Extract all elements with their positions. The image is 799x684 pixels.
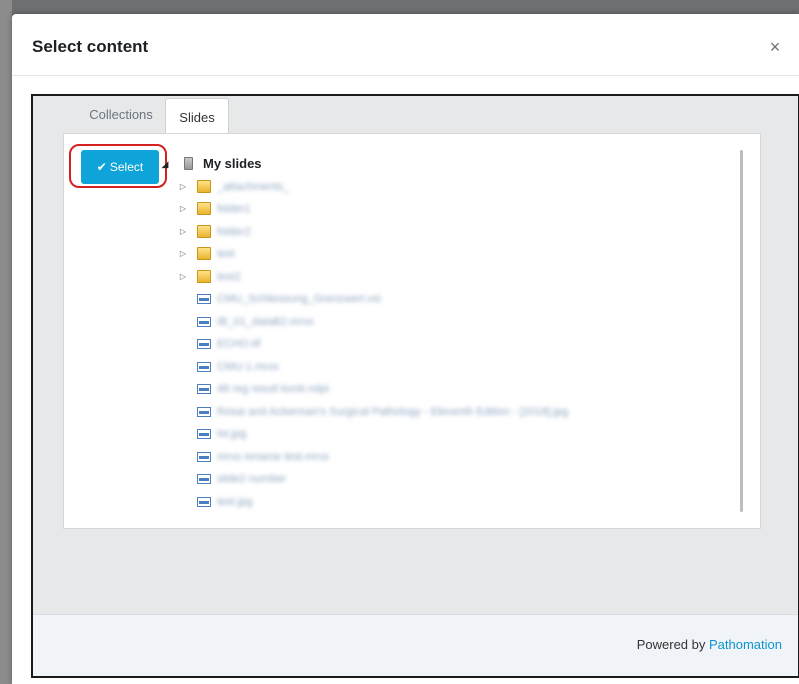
tab-collections[interactable]: Collections <box>80 96 162 133</box>
slide-image-icon <box>197 361 211 372</box>
tree-slide-row[interactable]: test.jpg <box>64 492 624 512</box>
folder-label: folder1 <box>217 203 251 215</box>
slide-label: 48 reg result kontr.ndpi <box>217 383 329 395</box>
content-browser-body: Collections Slides ✔ Select ◢ My slides ▷ _a… <box>33 96 798 614</box>
slide-image-icon <box>197 316 211 327</box>
folder-label: _attachments_ <box>217 180 290 193</box>
tree-slide-row[interactable]: slide2 number <box>64 469 624 489</box>
slides-panel: ✔ Select ◢ My slides ▷ _attachments_ ▷ folder1… <box>63 133 761 529</box>
tree-scrollbar[interactable] <box>740 150 743 512</box>
modal-footer: Powered by Pathomation <box>33 614 798 676</box>
pathomation-link[interactable]: Pathomation <box>709 637 782 652</box>
select-content-modal: Select content × Collections Slides ✔ Sel… <box>12 14 799 684</box>
tree-slide-row[interactable]: tst.jpg <box>64 424 624 444</box>
tree-slide-row[interactable]: ECHO.tif <box>64 334 624 354</box>
drive-icon <box>184 157 193 170</box>
folder-icon <box>197 202 211 215</box>
slide-image-icon <box>197 406 211 417</box>
folder-icon <box>197 247 211 260</box>
content-browser-frame: Collections Slides ✔ Select ◢ My slides ▷ _a… <box>31 94 799 678</box>
slide-image-icon <box>197 339 211 349</box>
slide-label: tst.jpg <box>217 428 247 440</box>
slide-label: test.jpg <box>217 495 253 508</box>
tree-slide-row[interactable]: CMU_Schliessung_Grenzwert.vsi <box>64 289 624 309</box>
slide-label: CMU-1.mrxs <box>217 360 279 373</box>
slide-label: mrxs rename test.mrxs <box>217 450 329 463</box>
background-page-edge <box>0 0 12 684</box>
slide-label: ECHO.tif <box>217 338 261 350</box>
tree-folder-row[interactable]: ▷ folder2 <box>64 222 624 242</box>
folder-label: folder2 <box>217 225 251 238</box>
folder-icon <box>197 224 211 238</box>
tree-root-label: My slides <box>203 156 262 171</box>
folder-icon <box>197 269 211 283</box>
slide-label: IB_01_dataB2.mrxs <box>217 315 314 328</box>
tree-slide-row[interactable]: IB_01_dataB2.mrxs <box>64 312 624 332</box>
collapse-arrow-icon[interactable]: ◢ <box>160 154 170 174</box>
tree-folder-row[interactable]: ▷ folder1 <box>64 199 624 219</box>
slide-image-icon <box>197 294 211 304</box>
tree-folder-row[interactable]: ▷ test <box>64 244 624 264</box>
modal-title: Select content <box>32 37 149 56</box>
folder-icon <box>197 179 211 193</box>
slide-image-icon <box>197 451 211 462</box>
tree-folder-row[interactable]: ▷ _attachments_ <box>64 177 624 197</box>
tree-root-row[interactable]: ◢ My slides <box>64 154 624 174</box>
slide-image-icon <box>197 474 211 484</box>
slide-label: CMU_Schliessung_Grenzwert.vsi <box>217 293 381 305</box>
tree-slide-row[interactable]: mrxs rename test.mrxs <box>64 447 624 467</box>
expand-arrow-icon[interactable]: ▷ <box>178 267 188 287</box>
modal-header: Select content × <box>12 14 799 76</box>
expand-arrow-icon[interactable]: ▷ <box>178 222 188 242</box>
tree-slide-row[interactable]: CMU-1.mrxs <box>64 357 624 377</box>
expand-arrow-icon[interactable]: ▷ <box>178 177 188 197</box>
tree-slide-row[interactable]: 48 reg result kontr.ndpi <box>64 379 624 399</box>
tab-slides[interactable]: Slides <box>165 98 229 134</box>
expand-arrow-icon[interactable]: ▷ <box>178 244 188 264</box>
slide-image-icon <box>197 384 211 394</box>
slide-image-icon <box>197 429 211 439</box>
folder-label: test <box>217 248 235 260</box>
slide-label: slide2 number <box>217 473 287 485</box>
powered-by-label: Powered by <box>636 637 706 652</box>
powered-by-text: Powered by Pathomation <box>637 637 782 652</box>
slide-image-icon <box>197 496 211 507</box>
folder-label: test2 <box>217 270 241 283</box>
tree-slide-row[interactable]: Rosai and Ackerman's Surgical Pathology … <box>64 402 624 422</box>
slide-label: Rosai and Ackerman's Surgical Pathology … <box>217 405 569 418</box>
expand-arrow-icon[interactable]: ▷ <box>178 199 188 219</box>
tree-folder-row[interactable]: ▷ test2 <box>64 267 624 287</box>
close-icon[interactable]: × <box>766 37 784 57</box>
